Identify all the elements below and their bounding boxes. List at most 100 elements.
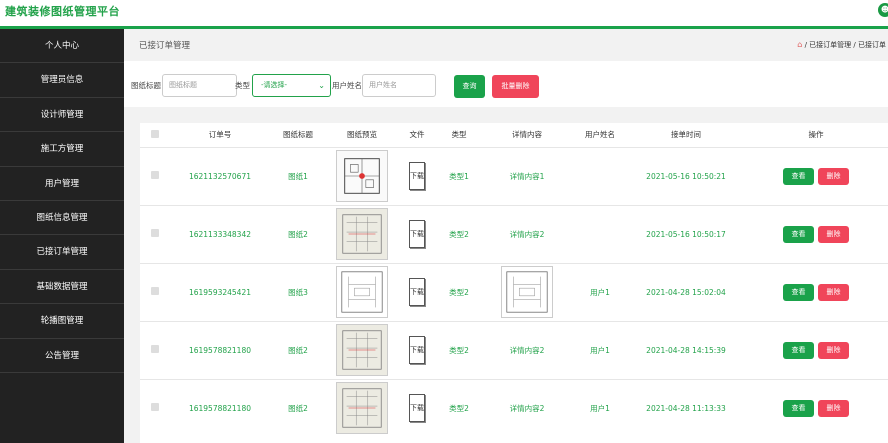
time-cell: 2021-04-28 15:02:04 (628, 262, 744, 321)
app-title: 建筑装修图纸管理平台 (5, 5, 120, 18)
user-search-input[interactable]: 用户姓名 (362, 74, 436, 97)
view-button[interactable]: 查看 (783, 225, 814, 243)
drawing-preview-image[interactable] (336, 150, 388, 202)
user-label: 用户姓名 (332, 81, 362, 90)
type-cell: 类型2 (436, 320, 482, 379)
row-checkbox[interactable] (151, 287, 159, 295)
order-no-cell: 1621133348342 (170, 204, 270, 263)
title-cell: 图纸3 (270, 262, 326, 321)
title-label: 图纸标题 (131, 81, 161, 90)
type-select-value: -请选择- (261, 81, 288, 89)
sidebar-item-builders[interactable]: 施工方管理 (0, 132, 124, 167)
sidebar-item-designers[interactable]: 设计师管理 (0, 98, 124, 133)
download-button[interactable]: 下载 (409, 162, 425, 190)
header-preview: 图纸预览 (347, 130, 377, 140)
header-detail: 详情内容 (512, 130, 542, 140)
title-cell: 图纸1 (270, 146, 326, 205)
download-button[interactable]: 下载 (409, 394, 425, 423)
top-bar: 建筑装修图纸管理平台 ☻ (0, 0, 888, 27)
type-cell: 类型2 (436, 204, 482, 263)
header-title: 图纸标题 (283, 130, 313, 140)
user-cell: 用户1 (572, 378, 628, 437)
select-all-checkbox[interactable] (151, 129, 159, 138)
sidebar-item-notices[interactable]: 公告管理 (0, 339, 124, 373)
sidebar: 个人中心 管理员信息 设计师管理 施工方管理 用户管理 图纸信息管理 已接订单管… (0, 29, 124, 443)
time-cell: 2021-04-28 11:13:33 (628, 378, 744, 437)
type-cell: 类型1 (436, 146, 482, 205)
row-checkbox[interactable] (151, 403, 159, 412)
user-cell (572, 146, 628, 205)
download-button[interactable]: 下载 (409, 220, 425, 248)
header-order-no: 订单号 (208, 130, 232, 140)
header-time: 接单时间 (671, 130, 701, 140)
detail-cell: 详情内容2 (482, 204, 572, 263)
delete-button[interactable]: 删除 (818, 399, 849, 417)
header-file: 文件 (409, 130, 425, 140)
sidebar-item-carousel[interactable]: 轮播图管理 (0, 304, 124, 339)
time-cell: 2021-05-16 10:50:17 (628, 204, 744, 263)
detail-cell: 详情内容2 (482, 320, 572, 379)
drawing-preview-image[interactable] (336, 382, 388, 435)
sidebar-item-orders[interactable]: 已接订单管理 (0, 235, 124, 270)
view-button[interactable]: 查看 (783, 341, 814, 359)
delete-button[interactable]: 删除 (818, 167, 849, 185)
table-row: 1619578821180 图纸2 下载 类型2 详情内容2 用户1 2021-… (140, 378, 888, 437)
view-button[interactable]: 查看 (783, 167, 814, 185)
user-cell: 用户1 (572, 262, 628, 321)
batch-delete-button[interactable]: 批量删除 (492, 75, 539, 98)
table-row: 1619578821180 图纸2 下载 类型2 详情内容2 用户1 2021-… (140, 320, 888, 379)
table-header: 订单号 图纸标题 图纸预览 文件 类型 详情内容 用户姓名 接单时间 操作 (140, 123, 888, 147)
header-user: 用户姓名 (585, 130, 615, 140)
orders-table: 订单号 图纸标题 图纸预览 文件 类型 详情内容 用户姓名 接单时间 操作 16… (140, 123, 888, 443)
row-checkbox[interactable] (151, 345, 159, 353)
delete-button[interactable]: 删除 (818, 225, 849, 243)
sidebar-item-users[interactable]: 用户管理 (0, 167, 124, 201)
table-row: 1621133348342 图纸2 下载 类型2 详情内容2 2021-05-1… (140, 204, 888, 263)
breadcrumb: ⌂ / 已接订单管理 / 已接订单 (797, 40, 886, 50)
home-icon[interactable]: ⌂ (797, 40, 802, 49)
title-cell: 图纸2 (270, 204, 326, 263)
header-actions: 操作 (808, 130, 824, 140)
view-button[interactable]: 查看 (783, 399, 814, 417)
order-no-cell: 1621132570671 (170, 146, 270, 205)
sidebar-item-drawings[interactable]: 图纸信息管理 (0, 201, 124, 236)
type-label: 类型 (235, 81, 250, 90)
type-select[interactable]: -请选择- ⌄ (252, 74, 331, 97)
title-cell: 图纸2 (270, 320, 326, 379)
row-checkbox[interactable] (151, 229, 159, 237)
sidebar-item-profile[interactable]: 个人中心 (0, 29, 124, 64)
sidebar-item-admins[interactable]: 管理员信息 (0, 63, 124, 98)
drawing-preview-image[interactable] (336, 266, 388, 318)
order-no-cell: 1619593245421 (170, 262, 270, 321)
user-cell: 用户1 (572, 320, 628, 379)
type-cell: 类型2 (436, 378, 482, 437)
type-cell: 类型2 (436, 262, 482, 321)
time-cell: 2021-05-16 10:50:21 (628, 146, 744, 205)
main-content: 已接订单管理 ⌂ / 已接订单管理 / 已接订单 图纸标题 图纸标题 类型 -请… (124, 29, 888, 443)
download-button[interactable]: 下载 (409, 278, 425, 306)
detail-cell: 详情内容2 (482, 378, 572, 437)
delete-button[interactable]: 删除 (818, 283, 849, 301)
drawing-preview-image[interactable] (336, 324, 388, 376)
chevron-down-icon: ⌄ (318, 81, 325, 90)
row-checkbox[interactable] (151, 171, 159, 179)
view-button[interactable]: 查看 (783, 283, 814, 301)
table-row: 1619593245421 图纸3 下载 类型2 用户1 2021-04-28 … (140, 262, 888, 321)
time-cell: 2021-04-28 14:15:39 (628, 320, 744, 379)
detail-cell: 详情内容1 (482, 146, 572, 205)
query-button[interactable]: 查询 (454, 75, 485, 98)
user-icon[interactable]: ☻ (878, 3, 888, 17)
search-bar: 图纸标题 图纸标题 类型 -请选择- ⌄ 用户姓名 用户姓名 查询 批量删除 (124, 61, 888, 107)
order-no-cell: 1619578821180 (170, 320, 270, 379)
download-button[interactable]: 下载 (409, 336, 425, 364)
title-search-input[interactable]: 图纸标题 (162, 74, 237, 97)
header-type: 类型 (451, 130, 467, 140)
detail-preview-image[interactable] (501, 266, 553, 318)
breadcrumb-text[interactable]: / 已接订单管理 / 已接订单 (805, 41, 886, 49)
sidebar-item-basedata[interactable]: 基础数据管理 (0, 270, 124, 305)
delete-button[interactable]: 删除 (818, 341, 849, 359)
page-title: 已接订单管理 (139, 41, 191, 51)
page-header: 已接订单管理 ⌂ / 已接订单管理 / 已接订单 (124, 29, 888, 61)
drawing-preview-image[interactable] (336, 208, 388, 260)
title-cell: 图纸2 (270, 378, 326, 437)
